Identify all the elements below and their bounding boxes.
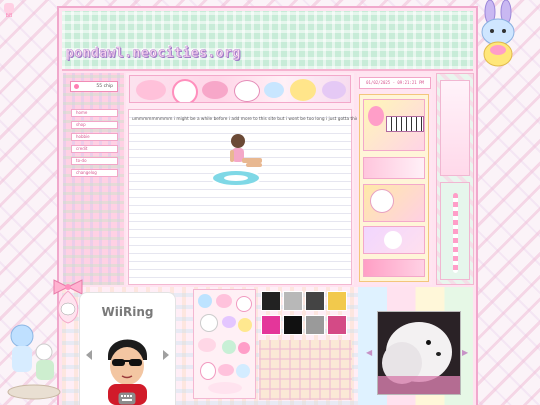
heart-icon — [74, 84, 79, 89]
grid-icon-6 — [283, 315, 303, 335]
post-text: ummmmmmmmm i might be a while before i a… — [132, 117, 362, 122]
nav-item-shop[interactable]: shop — [71, 121, 118, 129]
side-card-banner-2 — [363, 184, 425, 222]
doll-figurine-image — [7, 324, 61, 400]
side-card-banner-3 — [363, 226, 425, 254]
icon-grid — [259, 289, 352, 339]
deco-panel-bottom — [440, 182, 470, 280]
side-card-banner-4 — [363, 259, 425, 277]
girl-float-image — [211, 134, 262, 187]
grid-icon-1 — [261, 291, 281, 311]
grid-icon-2 — [283, 291, 303, 311]
nav-item-to-do[interactable]: to-do — [71, 157, 118, 165]
nav-item-changelog[interactable]: changelog — [71, 169, 118, 177]
banner-image — [129, 75, 351, 103]
side-card-banner-1 — [363, 157, 425, 179]
grid-icon-4 — [327, 291, 347, 311]
site-header — [62, 11, 473, 71]
bunny-mascot-image — [481, 0, 515, 67]
grid-icon-3 — [305, 291, 325, 311]
nav-item-hobbie[interactable]: hobbie — [71, 133, 118, 141]
grid-icon-7 — [305, 315, 325, 335]
keyboard-icon[interactable] — [118, 392, 136, 405]
chevron-left-icon[interactable]: ◀ — [366, 348, 372, 357]
grid-icon-8 — [327, 315, 347, 335]
nav-item-home[interactable]: home — [71, 109, 118, 117]
plaid-panel — [259, 340, 352, 400]
counter-value: 55 chip — [96, 84, 113, 89]
sticker-collage — [193, 289, 256, 399]
hit-counter: 55 chip — [70, 81, 118, 92]
sidebar — [63, 73, 124, 285]
side-card-piano — [363, 99, 425, 151]
grid-icon-5 — [261, 315, 281, 335]
deco-panel-top — [440, 80, 470, 176]
puppy-photo — [377, 311, 461, 395]
mini-logo: BB — [4, 3, 14, 19]
wii-ring-title: WiiRing — [101, 305, 154, 319]
chevron-right-icon[interactable]: ▶ — [462, 348, 468, 357]
site-title[interactable]: pondawl.neocities.org — [66, 46, 241, 62]
nav-item-credit[interactable]: credit — [71, 145, 118, 153]
date-time-display: 01/02/2025 - 09:21:21 PM — [359, 77, 431, 89]
chevron-right-icon[interactable] — [161, 349, 171, 361]
chevron-left-icon[interactable] — [84, 349, 94, 361]
